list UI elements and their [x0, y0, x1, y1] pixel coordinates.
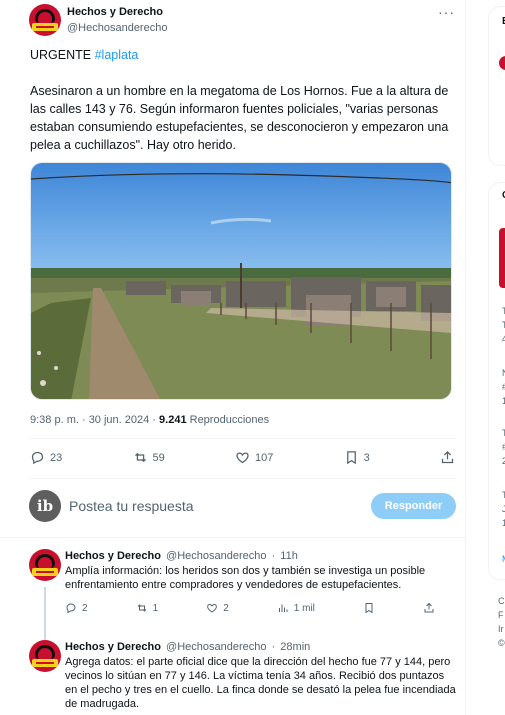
retweet-button[interactable]: 1 — [136, 602, 159, 614]
heart-icon — [207, 603, 218, 613]
share-icon — [424, 602, 434, 613]
heart-icon — [236, 452, 249, 464]
like-count: 2 — [223, 602, 229, 614]
divider — [30, 478, 456, 479]
tweet-media-image[interactable] — [30, 162, 452, 400]
reply-button[interactable]: 2 — [65, 602, 88, 614]
author-name[interactable]: Hechos y Derecho — [67, 4, 167, 20]
bookmark-icon — [365, 603, 373, 614]
reply-submit-button[interactable]: Responder — [371, 493, 456, 519]
retweet-count: 1 — [152, 602, 159, 614]
tweet-line-2: Asesinaron a un hombre en la megatoma de… — [30, 84, 449, 152]
reply-count: 23 — [50, 451, 63, 464]
bookmark-button[interactable]: 3 — [344, 450, 370, 465]
reply-author-name[interactable]: Hechos y Derecho — [65, 641, 161, 653]
footer-fragment: © — [498, 638, 505, 648]
sidebar-image[interactable] — [499, 228, 505, 288]
bookmark-button[interactable] — [363, 602, 375, 614]
settlement-photo — [31, 163, 451, 399]
reply-icon — [31, 451, 44, 465]
share-button[interactable] — [440, 450, 455, 465]
footer-fragment[interactable]: F — [498, 610, 504, 620]
tweet-urgent-text: URGENTE — [30, 48, 95, 62]
reply-button[interactable]: 23 — [30, 450, 62, 465]
views-count: 1 mil — [293, 602, 315, 614]
share-icon — [441, 450, 454, 464]
views-chart-icon — [278, 604, 288, 612]
sidebar-card — [488, 6, 505, 166]
reply-actions: 2 1 2 1 mil — [65, 602, 435, 614]
tweet-meta: 9:38 p. m. · 30 jun. 2024 · 9.241 Reprod… — [30, 414, 269, 426]
tweet-line-1: URGENTE #laplata — [30, 46, 455, 64]
user-avatar[interactable]: ib — [29, 490, 61, 522]
views-count: 9.241 — [159, 414, 187, 426]
reply-author-handle[interactable]: @Hechosanderecho — [166, 641, 266, 653]
bookmark-icon — [346, 451, 356, 465]
reply-icon — [66, 603, 76, 614]
footer-fragment[interactable]: C — [498, 596, 505, 606]
retweet-icon — [134, 452, 146, 463]
divider — [0, 537, 466, 538]
share-button[interactable] — [423, 602, 435, 614]
views-button[interactable]: 1 mil — [277, 602, 315, 614]
author-handle[interactable]: @Hechosanderecho — [67, 20, 167, 36]
tweet-timestamp[interactable]: 9:38 p. m. · 30 jun. 2024 · — [30, 414, 159, 426]
tweet-text: URGENTE #laplata Asesinaron a un hombre … — [30, 46, 455, 172]
reply-item[interactable]: Hechos y Derecho @Hechosanderecho · 11h … — [29, 549, 456, 667]
reply-text: Agrega datos: el parte oficial dice que … — [65, 656, 456, 710]
reply-time[interactable]: 28min — [280, 641, 310, 653]
main-column: Hechos y Derecho @Hechosanderecho ··· UR… — [0, 0, 466, 715]
reply-avatar[interactable] — [29, 640, 61, 672]
like-button[interactable]: 2 — [206, 602, 229, 614]
reply-time[interactable]: 11h — [280, 550, 298, 562]
bookmark-count: 3 — [363, 451, 370, 464]
reply-text: Amplía información: los heridos son dos … — [65, 565, 426, 591]
more-options-icon[interactable]: ··· — [438, 4, 455, 20]
hashtag-link[interactable]: #laplata — [95, 48, 139, 62]
author-avatar[interactable] — [29, 4, 61, 36]
retweet-count: 59 — [152, 451, 165, 464]
right-sidebar: E C T T 4 N # 1 T # 2 T J 1 M C F Ir © — [466, 0, 505, 715]
retweet-button[interactable]: 59 — [133, 450, 165, 465]
tweet-actions: 23 59 107 3 — [30, 450, 455, 465]
like-count: 107 — [255, 451, 274, 464]
reply-avatar[interactable] — [29, 549, 61, 581]
reply-count: 2 — [82, 602, 88, 614]
reply-input[interactable]: Postea tu respuesta — [69, 498, 371, 514]
reply-author-name[interactable]: Hechos y Derecho — [65, 550, 161, 562]
footer-fragment[interactable]: Ir — [498, 624, 504, 634]
like-button[interactable]: 107 — [235, 450, 273, 465]
reply-item[interactable]: Hechos y Derecho @Hechosanderecho · 28mi… — [29, 640, 456, 711]
reply-header: Hechos y Derecho @Hechosanderecho · 11h — [65, 550, 298, 562]
compose-reply: ib Postea tu respuesta Responder — [29, 488, 456, 524]
views-label: Reproducciones — [186, 414, 270, 426]
divider — [30, 438, 456, 439]
reply-header: Hechos y Derecho @Hechosanderecho · 28mi… — [65, 641, 311, 653]
author-names: Hechos y Derecho @Hechosanderecho — [67, 4, 167, 36]
tweet-header: Hechos y Derecho @Hechosanderecho ··· — [29, 4, 459, 36]
retweet-icon — [137, 604, 146, 612]
reply-author-handle[interactable]: @Hechosanderecho — [166, 550, 266, 562]
